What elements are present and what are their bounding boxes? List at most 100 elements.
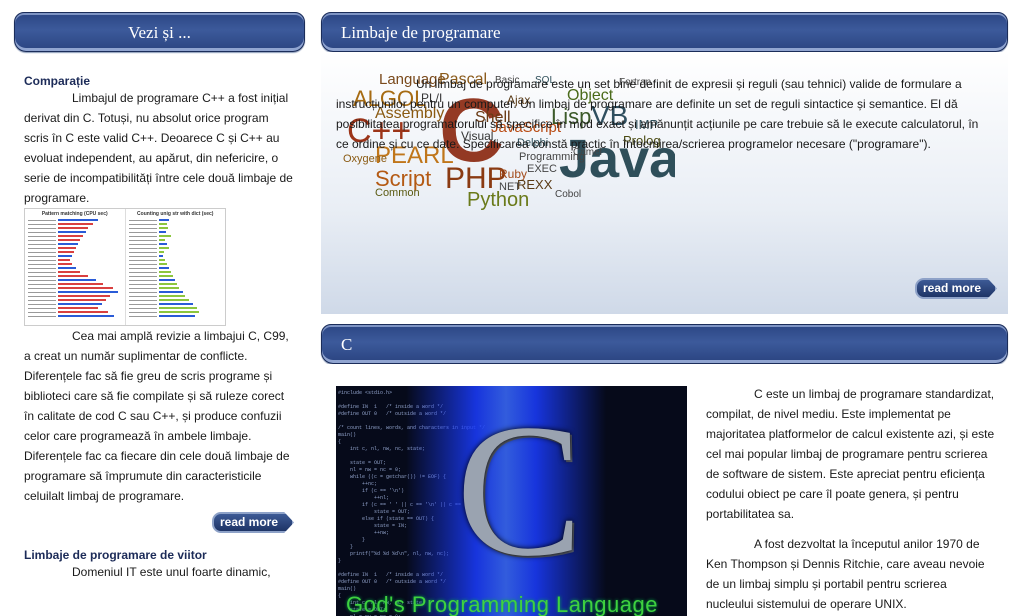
mini-chart-bar bbox=[158, 247, 169, 249]
mini-chart-row-label bbox=[28, 236, 56, 237]
mini-chart-row bbox=[128, 275, 223, 278]
article-1-title[interactable]: Limbaje de programare bbox=[321, 12, 1008, 52]
mini-chart-bar bbox=[158, 267, 169, 269]
word-cloud-word: Python bbox=[467, 189, 530, 211]
article-2-text-block: C este un limbaj de programare standardi… bbox=[706, 384, 996, 614]
mini-chart-row bbox=[28, 271, 122, 274]
mini-chart-bar bbox=[58, 231, 86, 233]
mini-chart-bar bbox=[158, 291, 183, 293]
mini-chart-row-label bbox=[128, 252, 157, 253]
comparison-paragraph-2: Cea mai amplă revizie a limbajui C, C99,… bbox=[24, 329, 290, 503]
mini-chart-row bbox=[128, 299, 223, 302]
mini-chart-row-label bbox=[28, 232, 56, 233]
mini-chart-bar bbox=[58, 299, 106, 301]
mini-chart-bar bbox=[58, 279, 96, 281]
mini-chart-row bbox=[28, 315, 122, 318]
mini-chart-bar bbox=[158, 223, 167, 225]
mini-chart-bar bbox=[158, 279, 175, 281]
mini-chart-row bbox=[128, 219, 223, 222]
big-c-letter: C bbox=[456, 386, 583, 596]
mini-chart-row-label bbox=[128, 276, 157, 277]
future-languages-heading[interactable]: Limbaje de programare de viitor bbox=[24, 548, 295, 562]
read-more-button-article-1[interactable]: read more bbox=[915, 278, 998, 299]
article-1: Language Pascal ALGOL PL/I C Lisp VB Java C++ Ass… bbox=[321, 52, 1008, 314]
mini-chart-row bbox=[28, 275, 122, 278]
mini-chart-row bbox=[28, 243, 122, 246]
mini-chart-row-label bbox=[28, 264, 56, 265]
mini-chart-row bbox=[128, 263, 223, 266]
mini-chart-bar bbox=[58, 307, 98, 309]
mini-chart-row-label bbox=[128, 304, 157, 305]
read-more-button[interactable]: read more bbox=[212, 512, 295, 533]
mini-chart-row-label bbox=[28, 292, 56, 293]
mini-chart-row-label bbox=[128, 264, 157, 265]
mini-chart-row bbox=[28, 223, 122, 226]
mini-chart-bar bbox=[158, 303, 193, 305]
mini-chart-row-label bbox=[128, 228, 157, 229]
benchmark-chart-left-title: Pattern matching (CPU sec) bbox=[41, 211, 108, 217]
mini-chart-bar bbox=[58, 303, 102, 305]
mini-chart-row-label bbox=[28, 240, 56, 241]
mini-chart-bar bbox=[158, 219, 169, 221]
mini-chart-row bbox=[128, 251, 223, 254]
mini-chart-bar bbox=[58, 223, 93, 225]
article-2-paragraph-2: A fost dezvoltat la începutul anilor 197… bbox=[706, 537, 985, 611]
mini-chart-bar bbox=[158, 307, 197, 309]
mini-chart-row bbox=[128, 231, 223, 234]
benchmark-chart-right-title: Counting unig str with dict (sec) bbox=[137, 211, 214, 217]
mini-chart-row-label bbox=[128, 288, 157, 289]
mini-chart-row bbox=[28, 235, 122, 238]
mini-chart-row-label bbox=[128, 284, 157, 285]
mini-chart-row bbox=[128, 291, 223, 294]
mini-chart-row-label bbox=[28, 288, 56, 289]
mini-chart-row-label bbox=[28, 248, 56, 249]
mini-chart-row-label bbox=[128, 248, 157, 249]
article-2-title[interactable]: C bbox=[321, 324, 1008, 364]
mini-chart-row-label bbox=[128, 232, 157, 233]
mini-chart-row-label bbox=[128, 280, 157, 281]
mini-chart-row-label bbox=[28, 280, 56, 281]
word-cloud-word: Cobol bbox=[555, 189, 582, 200]
benchmark-chart-left: Pattern matching (CPU sec) bbox=[25, 209, 126, 325]
mini-chart-row-label bbox=[28, 312, 56, 313]
mini-chart-row-label bbox=[28, 316, 56, 317]
mini-chart-row bbox=[28, 283, 122, 286]
mini-chart-bar bbox=[58, 247, 76, 249]
mini-chart-bar bbox=[58, 271, 80, 273]
mini-chart-bar bbox=[158, 227, 168, 229]
mini-chart-bar bbox=[58, 311, 108, 313]
mini-chart-row bbox=[128, 243, 223, 246]
mini-chart-row bbox=[28, 219, 122, 222]
mini-chart-bar bbox=[158, 299, 189, 301]
mini-chart-row-label bbox=[128, 220, 157, 221]
mini-chart-bar bbox=[158, 311, 199, 313]
mini-chart-bar bbox=[58, 251, 74, 253]
mini-chart-row bbox=[128, 315, 223, 318]
mini-chart-row bbox=[128, 247, 223, 250]
mini-chart-bar bbox=[58, 315, 114, 317]
mini-chart-row-label bbox=[128, 240, 157, 241]
mini-chart-row-label bbox=[28, 244, 56, 245]
mini-chart-row bbox=[128, 255, 223, 258]
mini-chart-row bbox=[28, 299, 122, 302]
mini-chart-row-label bbox=[28, 228, 56, 229]
mini-chart-row bbox=[28, 291, 122, 294]
mini-chart-bar bbox=[158, 287, 179, 289]
mini-chart-bar bbox=[58, 291, 118, 293]
mini-chart-bar bbox=[58, 259, 70, 261]
mini-chart-bar bbox=[58, 295, 110, 297]
mini-chart-row-label bbox=[128, 244, 157, 245]
mini-chart-row-label bbox=[128, 308, 157, 309]
mini-chart-bar bbox=[58, 239, 80, 241]
mini-chart-row bbox=[28, 231, 122, 234]
benchmark-chart-left-bars bbox=[28, 219, 122, 318]
mini-chart-bar bbox=[58, 227, 88, 229]
mini-chart-bar bbox=[158, 251, 164, 253]
mini-chart-bar bbox=[58, 235, 83, 237]
mini-chart-row-label bbox=[28, 296, 56, 297]
mini-chart-row bbox=[128, 271, 223, 274]
mini-chart-row bbox=[28, 311, 122, 314]
mini-chart-row-label bbox=[128, 260, 157, 261]
mini-chart-row-label bbox=[128, 256, 157, 257]
mini-chart-bar bbox=[158, 259, 165, 261]
